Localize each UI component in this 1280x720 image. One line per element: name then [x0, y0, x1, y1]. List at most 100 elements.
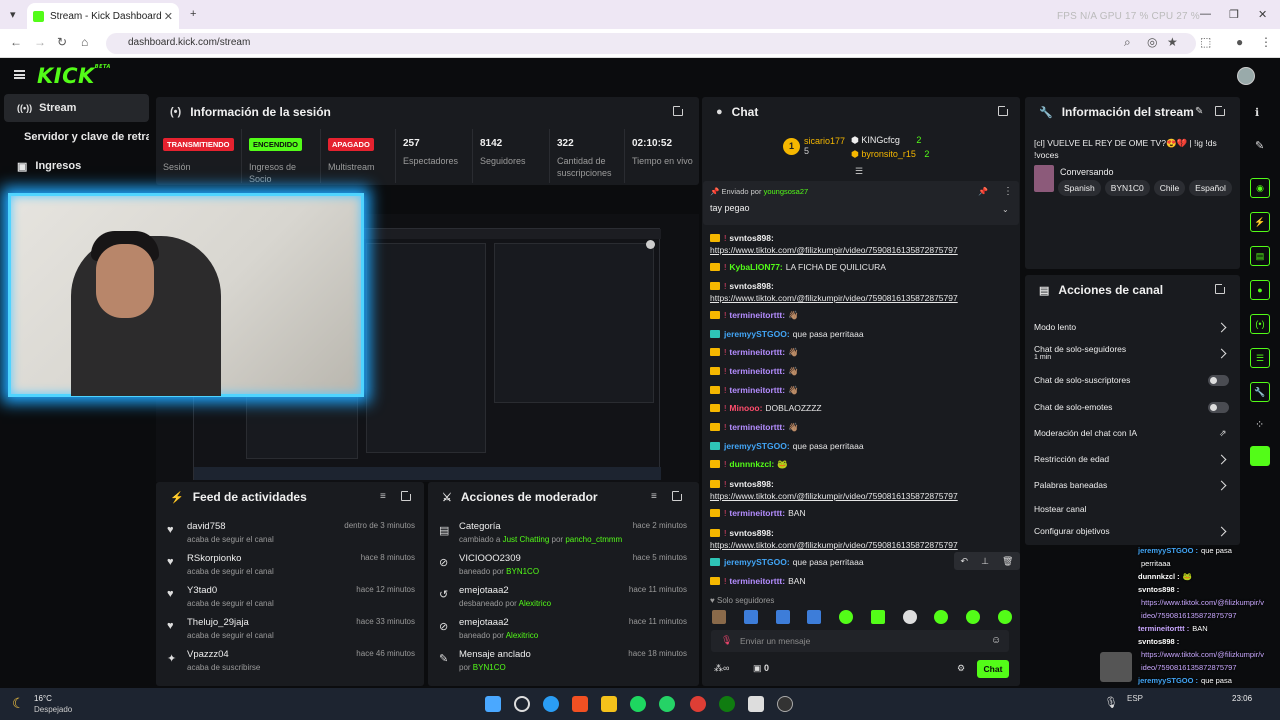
chat-message[interactable]: jeremyySTGOO: que pasa perritaaa [710, 441, 864, 451]
chevron-down-icon[interactable]: ⌄ [1002, 205, 1009, 214]
chat-username[interactable]: termineitorttt: [729, 576, 785, 586]
action-slow-mode[interactable]: Modo lento [1034, 322, 1076, 332]
subs-only-toggle[interactable] [1208, 375, 1229, 386]
emote-icon[interactable] [712, 610, 726, 624]
chat-message[interactable]: ! termineitorttt: BAN [710, 576, 806, 586]
clock[interactable]: 23:06 [1232, 694, 1252, 703]
chat-username[interactable]: svntos898: [729, 528, 773, 538]
sidebar-item-stream[interactable]: ((•)) Stream [4, 94, 149, 122]
action-age-restriction[interactable]: Restricción de edad [1034, 454, 1109, 464]
start-icon[interactable] [485, 696, 501, 712]
chat-input[interactable]: 🎙 Enviar un mensaje ☺ [711, 630, 1009, 652]
more-icon[interactable]: ⋮ [1003, 186, 1013, 197]
search-icon[interactable] [514, 696, 530, 712]
emote-icon[interactable] [902, 610, 917, 624]
chat-username[interactable]: svntos898: [729, 479, 773, 489]
chat-username[interactable]: termineitorttt: [729, 385, 785, 395]
chat-username[interactable]: jeremyySTGOO: [724, 441, 790, 451]
chat-username[interactable]: jeremyySTGOO: [724, 329, 790, 339]
points-icon[interactable]: ⁂∞ [714, 663, 729, 674]
action-ai-moderation[interactable]: Moderación del chat con IA [1034, 428, 1137, 438]
pin-icon[interactable]: ⊥ [981, 556, 989, 567]
close-tab-icon[interactable]: ✕ [164, 10, 173, 23]
emote-icon[interactable] [807, 610, 822, 624]
chat-link[interactable]: https://www.tiktok.com/@filizkumpir/vide… [710, 293, 958, 303]
star-icon[interactable]: ★ [1167, 35, 1178, 49]
emote-icon[interactable] [966, 610, 981, 624]
filter-icon[interactable]: ≡ [380, 491, 386, 502]
rail-camera-icon[interactable]: ◉ [1250, 178, 1270, 198]
explorer-icon[interactable] [601, 696, 617, 712]
edit-icon[interactable]: ✎ [1255, 139, 1264, 152]
popout-icon[interactable] [401, 489, 413, 501]
browser-menu-icon[interactable]: ⋮ [1260, 35, 1272, 49]
chat-message[interactable]: ! Minooo: DOBLAOZZZZ [710, 403, 822, 413]
tab-search-icon[interactable]: ▾ [10, 8, 16, 21]
chat-username[interactable]: Minooo: [729, 403, 762, 413]
action-goals[interactable]: Configurar objetivos [1034, 526, 1110, 536]
chat-username[interactable]: termineitorttt: [729, 347, 785, 357]
mic-icon[interactable]: 🎙 [1104, 696, 1118, 709]
chat-message[interactable]: jeremyySTGOO: que pasa perritaaa [710, 329, 864, 339]
chat-username[interactable]: svntos898: [729, 281, 773, 291]
pin-icon[interactable]: 📌 [978, 187, 988, 196]
action-host-channel[interactable]: Hostear canal [1034, 504, 1086, 514]
rail-chat-icon[interactable]: ● [1250, 280, 1270, 300]
chat-message[interactable]: ! svntos898: https://www.tiktok.com/@filiz… [710, 527, 958, 551]
chat-message[interactable]: jeremyySTGOO: que pasa perritaaa [710, 557, 864, 567]
rail-list-icon[interactable]: ☰ [1250, 348, 1270, 368]
chat-username[interactable]: svntos898: [729, 233, 773, 243]
popout-icon[interactable] [998, 104, 1010, 116]
chrome-icon[interactable] [690, 696, 706, 712]
browser-tab[interactable]: Stream - Kick Dashboard ✕ [27, 3, 179, 29]
emote-icon[interactable] [870, 610, 885, 624]
chat-message[interactable]: ! svntos898: https://www.tiktok.com/@filiz… [710, 280, 958, 304]
chat-message[interactable]: ! dunnnkzcl: 🐸 [710, 459, 788, 470]
chat-username[interactable]: jeremyySTGOO: [724, 557, 790, 567]
back-icon[interactable]: ← [10, 35, 22, 49]
popout-icon[interactable] [1215, 104, 1227, 116]
rail-doc-icon[interactable]: ▤ [1250, 246, 1270, 266]
popout-icon[interactable] [672, 489, 684, 501]
edge-icon[interactable] [543, 696, 559, 712]
mic-icon[interactable]: 🎙 [721, 635, 732, 646]
whatsapp-icon[interactable] [659, 696, 675, 712]
chat-message[interactable]: ! termineitorttt: 👋🏽 [710, 422, 799, 433]
profile-icon[interactable]: ● [1236, 35, 1243, 49]
new-tab-icon[interactable]: + [190, 8, 196, 20]
pinned-message[interactable]: 📌 Enviado por youngsosa27 tay pegao 📌 ⋮ … [703, 181, 1019, 225]
home-icon[interactable]: ⌂ [81, 35, 88, 49]
xbox-icon[interactable] [719, 696, 735, 712]
chat-message[interactable]: ! svntos898: https://www.tiktok.com/@filiz… [710, 232, 958, 256]
chat-username[interactable]: KybaLION77: [729, 262, 782, 272]
chat-message[interactable]: ! KybaLION77: LA FICHA DE QUILICURA [710, 262, 886, 272]
emote-icon[interactable] [934, 610, 949, 624]
rail-bolt-icon[interactable]: ⚡ [1250, 212, 1270, 232]
chat-username[interactable]: termineitorttt: [729, 422, 785, 432]
action-banned-words[interactable]: Palabras baneadas [1034, 480, 1107, 490]
eye-icon[interactable]: ◎ [1147, 35, 1157, 49]
forward-icon[interactable]: → [34, 35, 46, 49]
popout-icon[interactable] [673, 104, 685, 116]
extensions-icon[interactable]: ⬚ [1200, 35, 1211, 49]
info-icon[interactable]: ℹ [1255, 106, 1259, 119]
emote-icon[interactable] [743, 610, 758, 624]
chat-link[interactable]: https://www.tiktok.com/@filizkumpir/vide… [710, 491, 958, 501]
emoji-icon[interactable]: ☺ [991, 635, 1001, 646]
chat-link[interactable]: https://www.tiktok.com/@filizkumpir/vide… [710, 540, 958, 550]
spotify-icon[interactable] [630, 696, 646, 712]
chat-message[interactable]: ! termineitorttt: 👋🏽 [710, 347, 799, 358]
chat-link[interactable]: https://www.tiktok.com/@filizkumpir/vide… [710, 245, 958, 255]
edit-icon[interactable]: ✎ [1195, 106, 1203, 117]
expand-gifters-icon[interactable]: ☰ [855, 166, 863, 177]
action-followers-only[interactable]: Chat de solo-seguidores [1034, 344, 1126, 354]
emote-icon[interactable] [997, 610, 1012, 624]
chat-message[interactable]: ! termineitorttt: 👋🏽 [710, 310, 799, 321]
rail-wrench-icon[interactable]: 🔧 [1250, 382, 1270, 402]
kick-logo[interactable]: KICKBETA [37, 64, 111, 88]
sidebar-item-income[interactable]: ▣ Ingresos [4, 152, 149, 180]
reload-icon[interactable]: ↻ [57, 35, 67, 49]
app-icon[interactable] [748, 696, 764, 712]
chat-username[interactable]: termineitorttt: [729, 508, 785, 518]
chat-message[interactable]: ! termineitorttt: 👋🏽 [710, 366, 799, 377]
